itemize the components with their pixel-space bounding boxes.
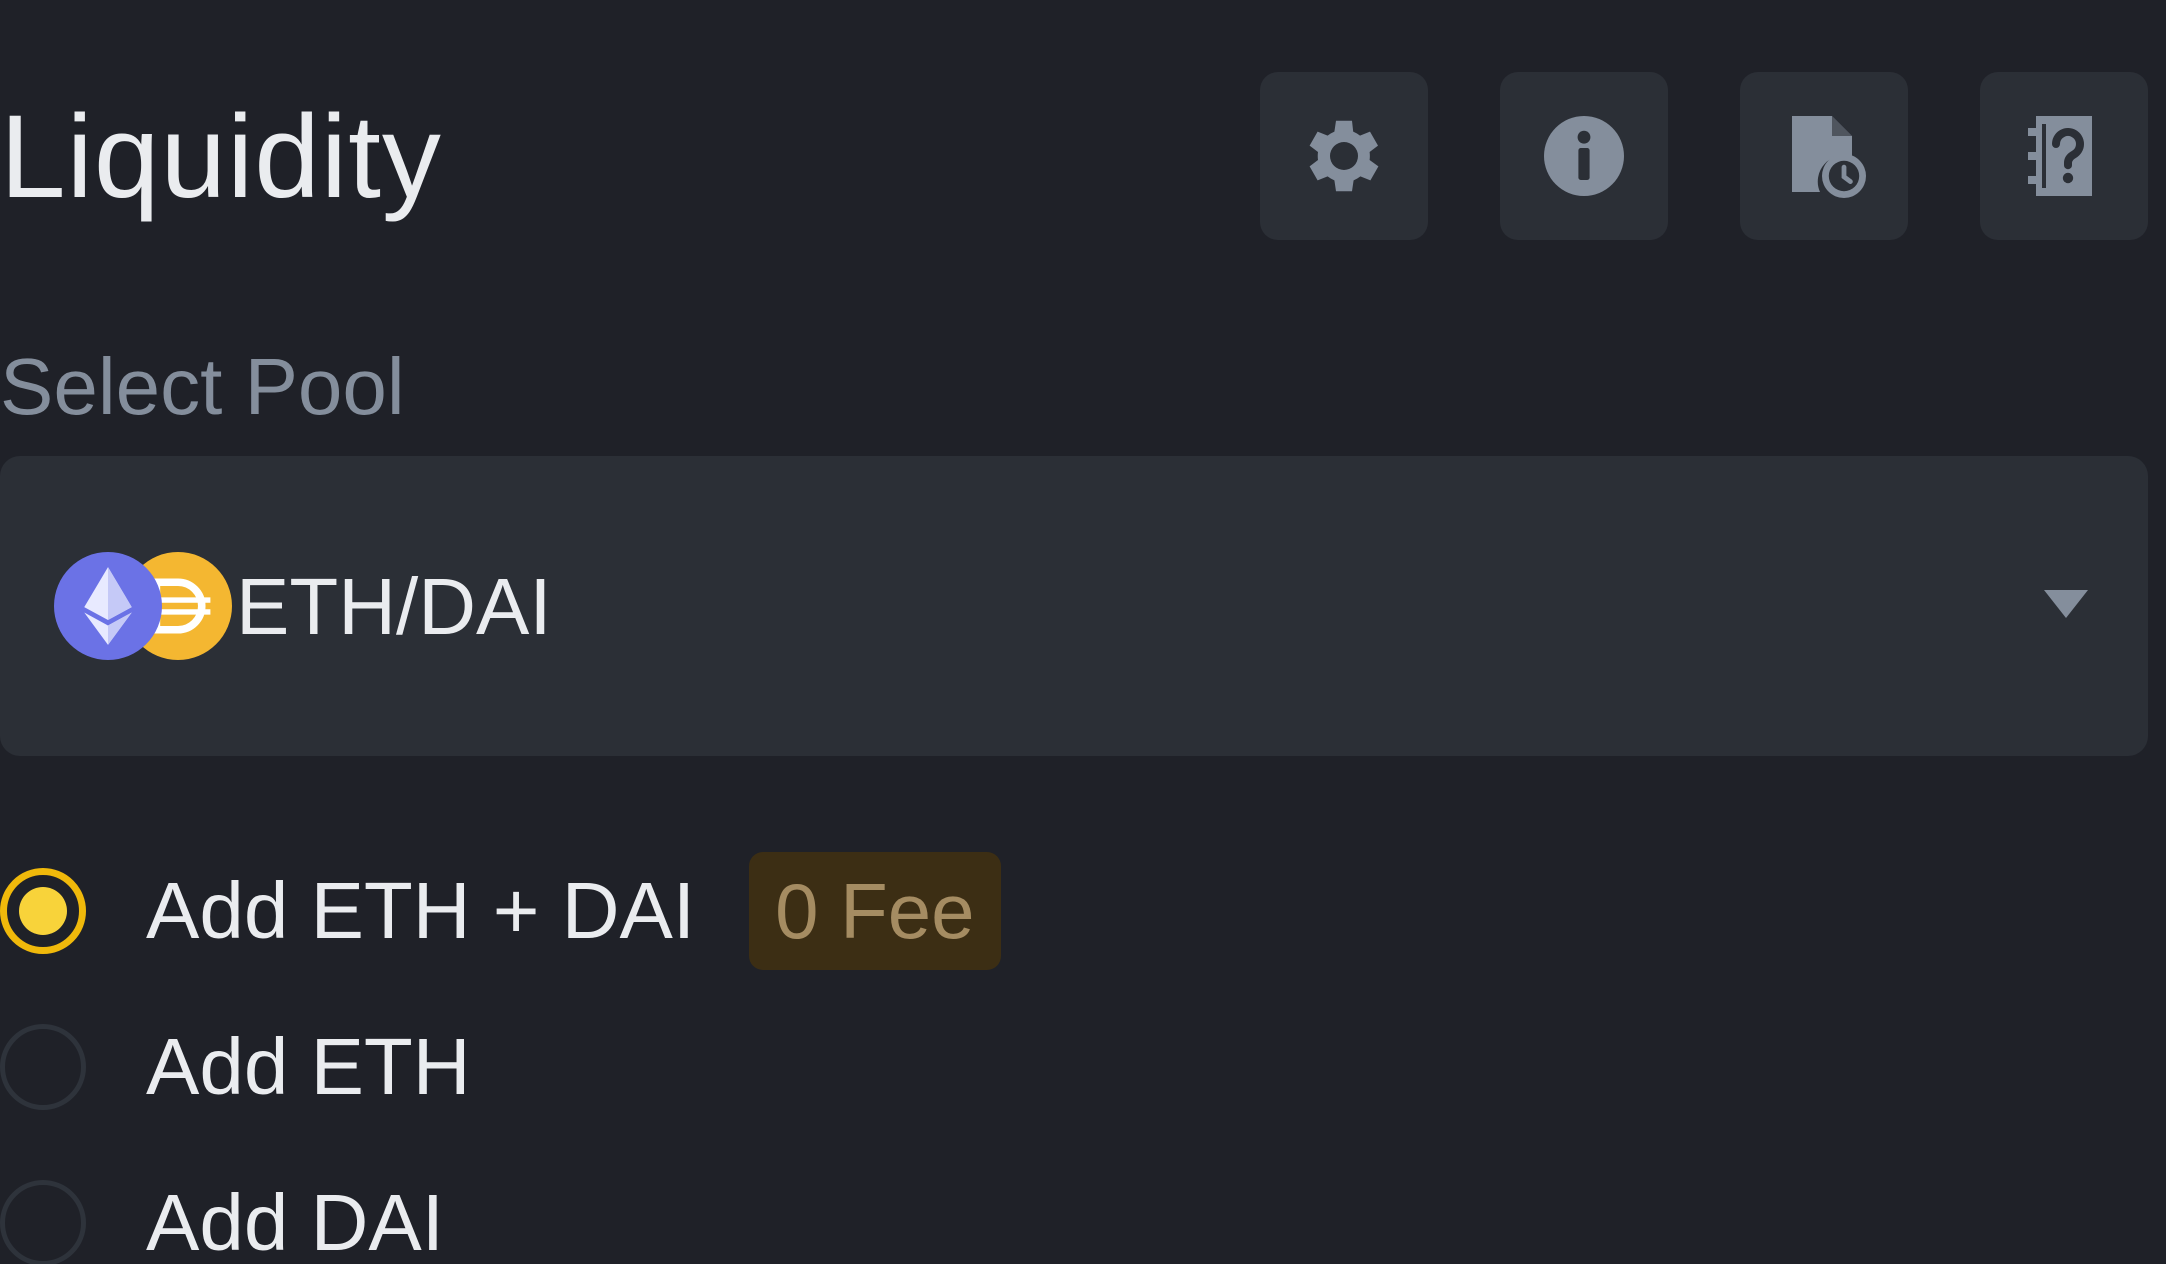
radio-add-dai[interactable] <box>0 1180 86 1264</box>
info-button[interactable] <box>1500 72 1668 240</box>
option-label: Add ETH <box>146 1022 471 1111</box>
liquidity-page: Liquidity Select Pool ETH/DAI Add ETH + … <box>0 0 2166 1264</box>
history-icon <box>1792 116 1866 198</box>
settings-button[interactable] <box>1260 72 1428 240</box>
history-button[interactable] <box>1740 72 1908 240</box>
gear-icon <box>1309 120 1379 192</box>
help-button[interactable] <box>1980 72 2148 240</box>
help-icon <box>2028 116 2092 196</box>
page-title: Liquidity <box>0 91 442 223</box>
option-add-both[interactable]: Add ETH + DAI 0 Fee <box>0 852 1001 970</box>
option-add-dai[interactable]: Add DAI <box>0 1168 444 1264</box>
option-label: Add ETH + DAI <box>146 866 696 955</box>
select-pool-label: Select Pool <box>0 342 405 431</box>
selected-pool-name: ETH/DAI <box>236 562 552 651</box>
zero-fee-badge: 0 Fee <box>749 852 1001 970</box>
eth-token-icon <box>54 552 162 660</box>
radio-add-eth[interactable] <box>0 1024 86 1110</box>
chevron-down-icon <box>2044 590 2088 618</box>
pool-dropdown[interactable]: ETH/DAI <box>0 456 2148 756</box>
radio-add-both[interactable] <box>0 868 86 954</box>
option-add-eth[interactable]: Add ETH <box>0 1012 471 1122</box>
option-label: Add DAI <box>146 1178 444 1264</box>
info-icon <box>1544 116 1624 196</box>
